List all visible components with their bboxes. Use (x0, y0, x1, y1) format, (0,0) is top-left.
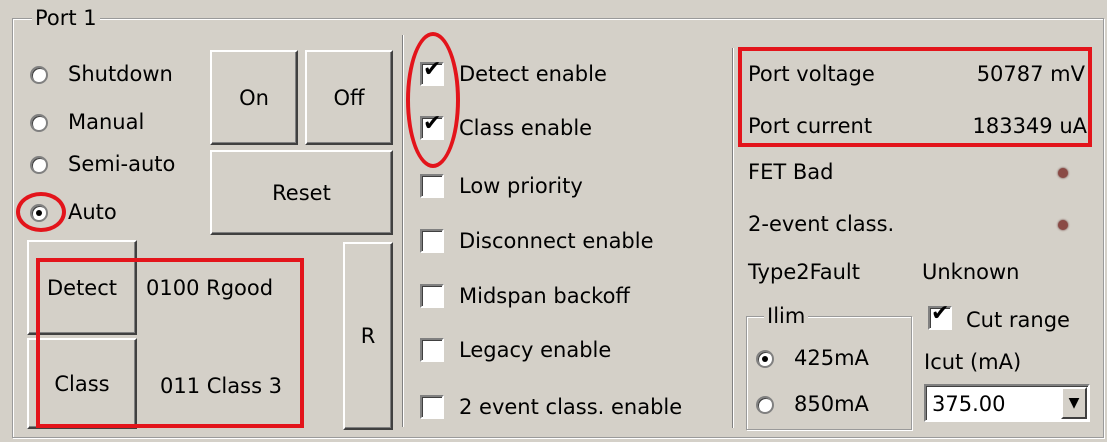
checkbox-detect-enable-label: Detect enable (459, 62, 607, 86)
checkbox-legacy-enable-label: Legacy enable (459, 338, 612, 362)
radio-ilim-850ma[interactable] (756, 396, 774, 414)
radio-semi-auto[interactable] (30, 156, 48, 174)
separator-left (402, 35, 404, 427)
reset-button[interactable]: Reset (210, 150, 393, 235)
port-group-title: Port 1 (32, 6, 100, 30)
checkbox-midspan-backoff-label: Midspan backoff (459, 284, 630, 308)
checkbox-midspan-backoff[interactable] (420, 284, 444, 308)
icut-select[interactable]: 375.00 ▼ (924, 384, 1090, 422)
checkbox-legacy-enable[interactable] (420, 338, 444, 362)
radio-shutdown-label: Shutdown (68, 62, 173, 86)
radio-semi-auto-label: Semi-auto (68, 152, 176, 176)
icut-label: Icut (mA) (924, 350, 1022, 374)
radio-manual-label: Manual (68, 110, 145, 134)
off-button[interactable]: Off (305, 50, 393, 145)
icut-select-value: 375.00 (932, 392, 1006, 416)
annotation-box-measurements (738, 47, 1092, 147)
checkbox-low-priority-label: Low priority (459, 174, 583, 198)
type2fault-value: Unknown (922, 260, 1020, 284)
on-button[interactable]: On (210, 50, 298, 145)
checkbox-2-event-class-enable-label: 2 event class. enable (459, 395, 683, 419)
two-event-class-label: 2-event class. (748, 212, 895, 236)
checkbox-cut-range[interactable]: ✔ (928, 301, 952, 330)
two-event-class-led-icon (1058, 220, 1068, 230)
fet-bad-label: FET Bad (748, 160, 834, 184)
radio-auto-label: Auto (68, 200, 117, 224)
check-mark-icon: ✔ (931, 301, 950, 326)
checkbox-cut-range-label: Cut range (966, 308, 1070, 332)
checkbox-disconnect-enable[interactable] (420, 229, 444, 253)
radio-shutdown[interactable] (30, 66, 48, 84)
fet-bad-led-icon (1058, 168, 1068, 178)
ilim-group-title: Ilim (764, 304, 809, 328)
type2fault-label: Type2Fault (748, 260, 860, 284)
checkbox-class-enable-label: Class enable (459, 116, 593, 140)
radio-manual[interactable] (30, 114, 48, 132)
radio-ilim-425ma[interactable] (756, 350, 774, 368)
annotation-oval-auto (16, 192, 66, 232)
radio-ilim-425ma-label: 425mA (794, 346, 869, 370)
separator-right (732, 48, 734, 428)
annotation-oval-checkboxes (406, 32, 460, 168)
checkbox-low-priority[interactable] (420, 174, 444, 198)
radio-ilim-850ma-label: 850mA (794, 392, 869, 416)
checkbox-2-event-class-enable[interactable] (420, 395, 444, 419)
annotation-box-detect-class (36, 258, 304, 428)
r-button[interactable]: R (343, 242, 393, 430)
checkbox-disconnect-enable-label: Disconnect enable (459, 229, 654, 253)
chevron-down-icon[interactable]: ▼ (1061, 387, 1087, 419)
